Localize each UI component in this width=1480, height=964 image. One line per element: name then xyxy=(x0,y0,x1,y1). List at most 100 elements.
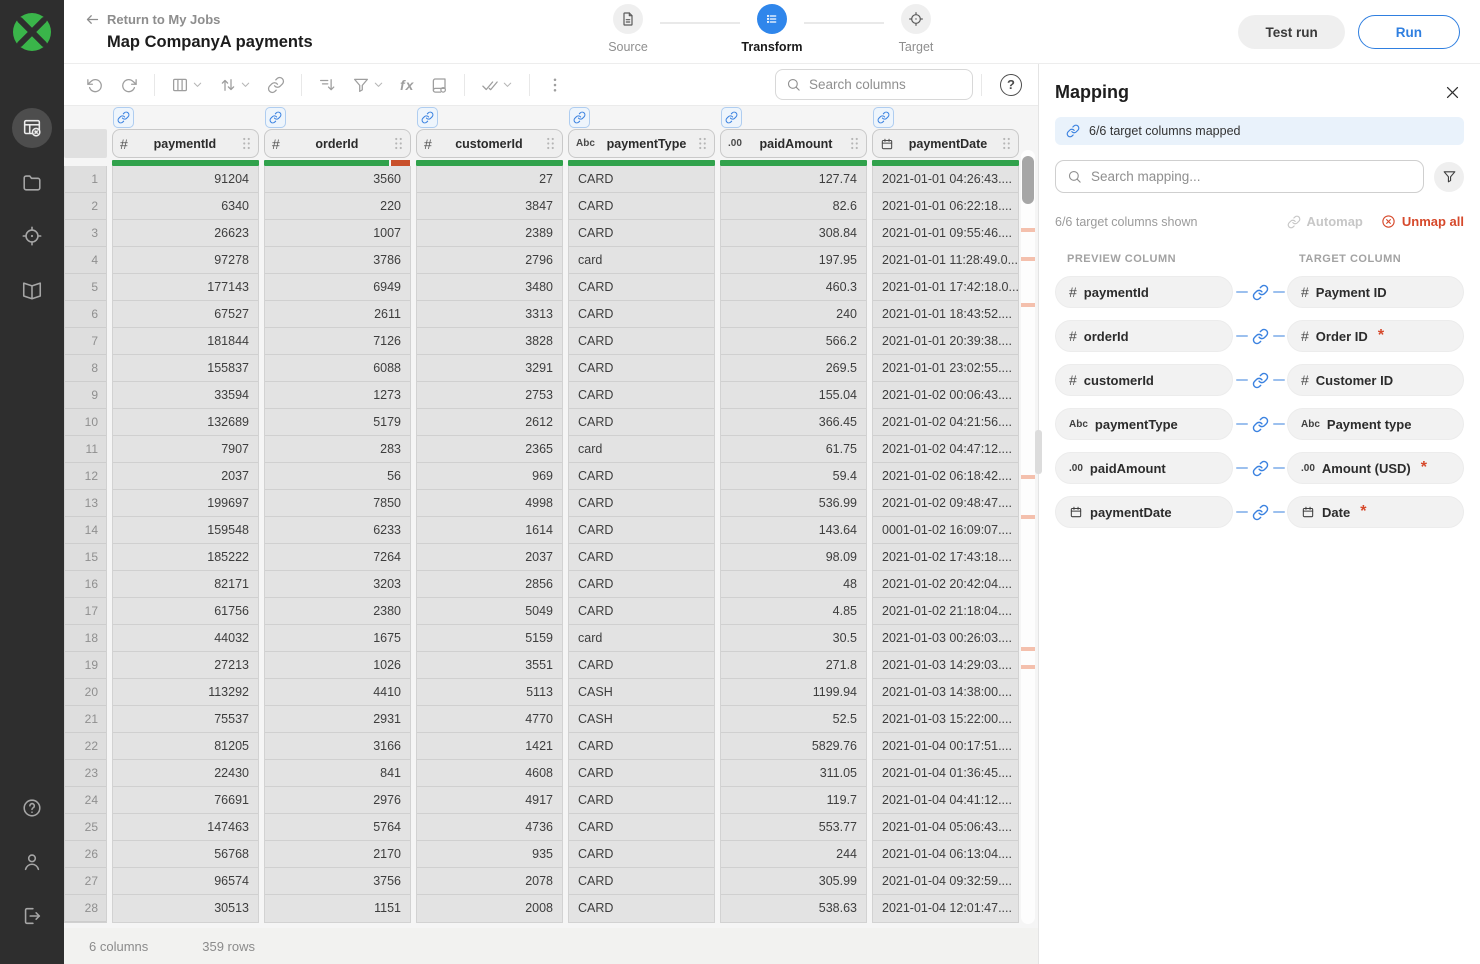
column-mapped-badge[interactable] xyxy=(721,107,742,128)
mapping-connector[interactable] xyxy=(1233,284,1287,301)
grid-cell[interactable]: CARD xyxy=(569,868,714,895)
unmap-all-button[interactable]: Unmap all xyxy=(1381,214,1464,229)
grid-cell[interactable]: 91204 xyxy=(113,166,258,193)
grid-cell[interactable]: 3828 xyxy=(417,328,562,355)
column-header-paymentType[interactable]: AbcpaymentType xyxy=(568,129,715,158)
grid-cell[interactable]: CARD xyxy=(569,301,714,328)
grid-cell[interactable]: 2078 xyxy=(417,868,562,895)
grid-cell[interactable]: 935 xyxy=(417,841,562,868)
formula-button[interactable]: fx xyxy=(392,77,422,93)
grid-cell[interactable]: 4917 xyxy=(417,787,562,814)
grid-cell[interactable]: 81205 xyxy=(113,733,258,760)
grid-cell[interactable]: CARD xyxy=(569,355,714,382)
grid-cell[interactable]: 7907 xyxy=(113,436,258,463)
grid-cell[interactable]: 2021-01-04 04:41:12.... xyxy=(873,787,1018,814)
vertical-scrollbar[interactable] xyxy=(1021,150,1035,924)
grid-cell[interactable]: 96574 xyxy=(113,868,258,895)
target-column-pill[interactable]: .00Amount (USD)* xyxy=(1287,452,1464,484)
grid-cell[interactable]: 2037 xyxy=(417,544,562,571)
column-mapped-badge[interactable] xyxy=(113,107,134,128)
grid-cell[interactable]: 5113 xyxy=(417,679,562,706)
column-mapped-badge[interactable] xyxy=(569,107,590,128)
grid-cell[interactable]: 3166 xyxy=(265,733,410,760)
grid-cell[interactable]: 283 xyxy=(265,436,410,463)
grid-cell[interactable]: 27 xyxy=(417,166,562,193)
grid-cell[interactable]: 56768 xyxy=(113,841,258,868)
grid-cell[interactable]: 553.77 xyxy=(721,814,866,841)
grid-cell[interactable]: 82.6 xyxy=(721,193,866,220)
grid-cell[interactable]: 2021-01-03 14:29:03.... xyxy=(873,652,1018,679)
scrollbar-error-mark[interactable] xyxy=(1021,665,1035,669)
grid-cell[interactable]: 841 xyxy=(265,760,410,787)
grid-cell[interactable]: 0001-01-02 16:09:07.... xyxy=(873,517,1018,544)
mapping-search[interactable] xyxy=(1055,160,1424,193)
grid-cell[interactable]: CASH xyxy=(569,679,714,706)
grid-cell[interactable]: 2976 xyxy=(265,787,410,814)
grid-cell[interactable]: 2021-01-02 21:18:04.... xyxy=(873,598,1018,625)
grid-cell[interactable]: 1026 xyxy=(265,652,410,679)
run-button[interactable]: Run xyxy=(1358,15,1460,49)
scrollbar-error-mark[interactable] xyxy=(1021,647,1035,651)
grid-cell[interactable]: 2021-01-02 04:21:56.... xyxy=(873,409,1018,436)
grid-cell[interactable]: 2021-01-01 23:02:55.... xyxy=(873,355,1018,382)
grid-cell[interactable]: 4.85 xyxy=(721,598,866,625)
step-target[interactable]: Target xyxy=(884,4,948,54)
grid-cell[interactable]: 3203 xyxy=(265,571,410,598)
grid-cell[interactable]: 2021-01-02 20:42:04.... xyxy=(873,571,1018,598)
target-column-pill[interactable]: AbcPayment type xyxy=(1287,408,1464,440)
grid-cell[interactable]: 3847 xyxy=(417,193,562,220)
grid-cell[interactable]: 143.64 xyxy=(721,517,866,544)
mapping-filter-button[interactable] xyxy=(1434,162,1464,192)
columns-menu-button[interactable] xyxy=(163,76,211,94)
grid-cell[interactable]: 2021-01-01 17:42:18.0... xyxy=(873,274,1018,301)
undo-button[interactable] xyxy=(78,76,112,94)
automap-button[interactable]: Automap xyxy=(1287,214,1363,229)
grid-cell[interactable]: CARD xyxy=(569,895,714,922)
grid-cell[interactable]: 2021-01-04 12:01:47.... xyxy=(873,895,1018,922)
sort-menu-button[interactable] xyxy=(211,76,259,94)
grid-cell[interactable]: 61756 xyxy=(113,598,258,625)
grid-cell[interactable]: 59.4 xyxy=(721,463,866,490)
grid-cell[interactable]: 240 xyxy=(721,301,866,328)
more-options-button[interactable] xyxy=(538,76,572,94)
sidebar-item-account[interactable] xyxy=(12,842,52,882)
grid-cell[interactable]: 5764 xyxy=(265,814,410,841)
grid-cell[interactable]: 366.45 xyxy=(721,409,866,436)
grid-cell[interactable]: CARD xyxy=(569,166,714,193)
grid-cell[interactable]: 7850 xyxy=(265,490,410,517)
grid-cell[interactable]: 4736 xyxy=(417,814,562,841)
grid-cell[interactable]: 76691 xyxy=(113,787,258,814)
grid-cell[interactable]: 2021-01-03 15:22:00.... xyxy=(873,706,1018,733)
grid-cell[interactable]: 2365 xyxy=(417,436,562,463)
column-search[interactable] xyxy=(775,69,973,100)
scrollbar-error-mark[interactable] xyxy=(1021,475,1035,479)
target-column-pill[interactable]: Date* xyxy=(1287,496,1464,528)
grid-cell[interactable]: CARD xyxy=(569,382,714,409)
grid-cell[interactable]: 2931 xyxy=(265,706,410,733)
grid-cell[interactable]: 2021-01-03 14:38:00.... xyxy=(873,679,1018,706)
preview-column-pill[interactable]: #orderId xyxy=(1055,320,1233,352)
return-to-jobs-link[interactable]: Return to My Jobs xyxy=(85,12,313,27)
mapping-connector[interactable] xyxy=(1233,372,1287,389)
grid-cell[interactable]: 1151 xyxy=(265,895,410,922)
sidebar-item-help[interactable] xyxy=(12,788,52,828)
grid-cell[interactable]: CASH xyxy=(569,706,714,733)
grid-cell[interactable]: 460.3 xyxy=(721,274,866,301)
grid-cell[interactable]: 305.99 xyxy=(721,868,866,895)
grid-cell[interactable]: CARD xyxy=(569,733,714,760)
grid-cell[interactable]: 1614 xyxy=(417,517,562,544)
sidebar-item-logout[interactable] xyxy=(12,896,52,936)
grid-cell[interactable]: 177143 xyxy=(113,274,258,301)
grid-cell[interactable]: 3480 xyxy=(417,274,562,301)
filter-menu-button[interactable] xyxy=(344,76,392,94)
scrollbar-thumb[interactable] xyxy=(1022,156,1034,204)
lookup-button[interactable] xyxy=(422,76,456,94)
scrollbar-error-mark[interactable] xyxy=(1021,303,1035,307)
grid-cell[interactable]: 26623 xyxy=(113,220,258,247)
link-columns-button[interactable] xyxy=(259,76,293,94)
grid-cell[interactable]: 1675 xyxy=(265,625,410,652)
grid-cell[interactable]: 969 xyxy=(417,463,562,490)
grid-cell[interactable]: 6949 xyxy=(265,274,410,301)
grid-cell[interactable]: CARD xyxy=(569,220,714,247)
grid-cell[interactable]: 56 xyxy=(265,463,410,490)
